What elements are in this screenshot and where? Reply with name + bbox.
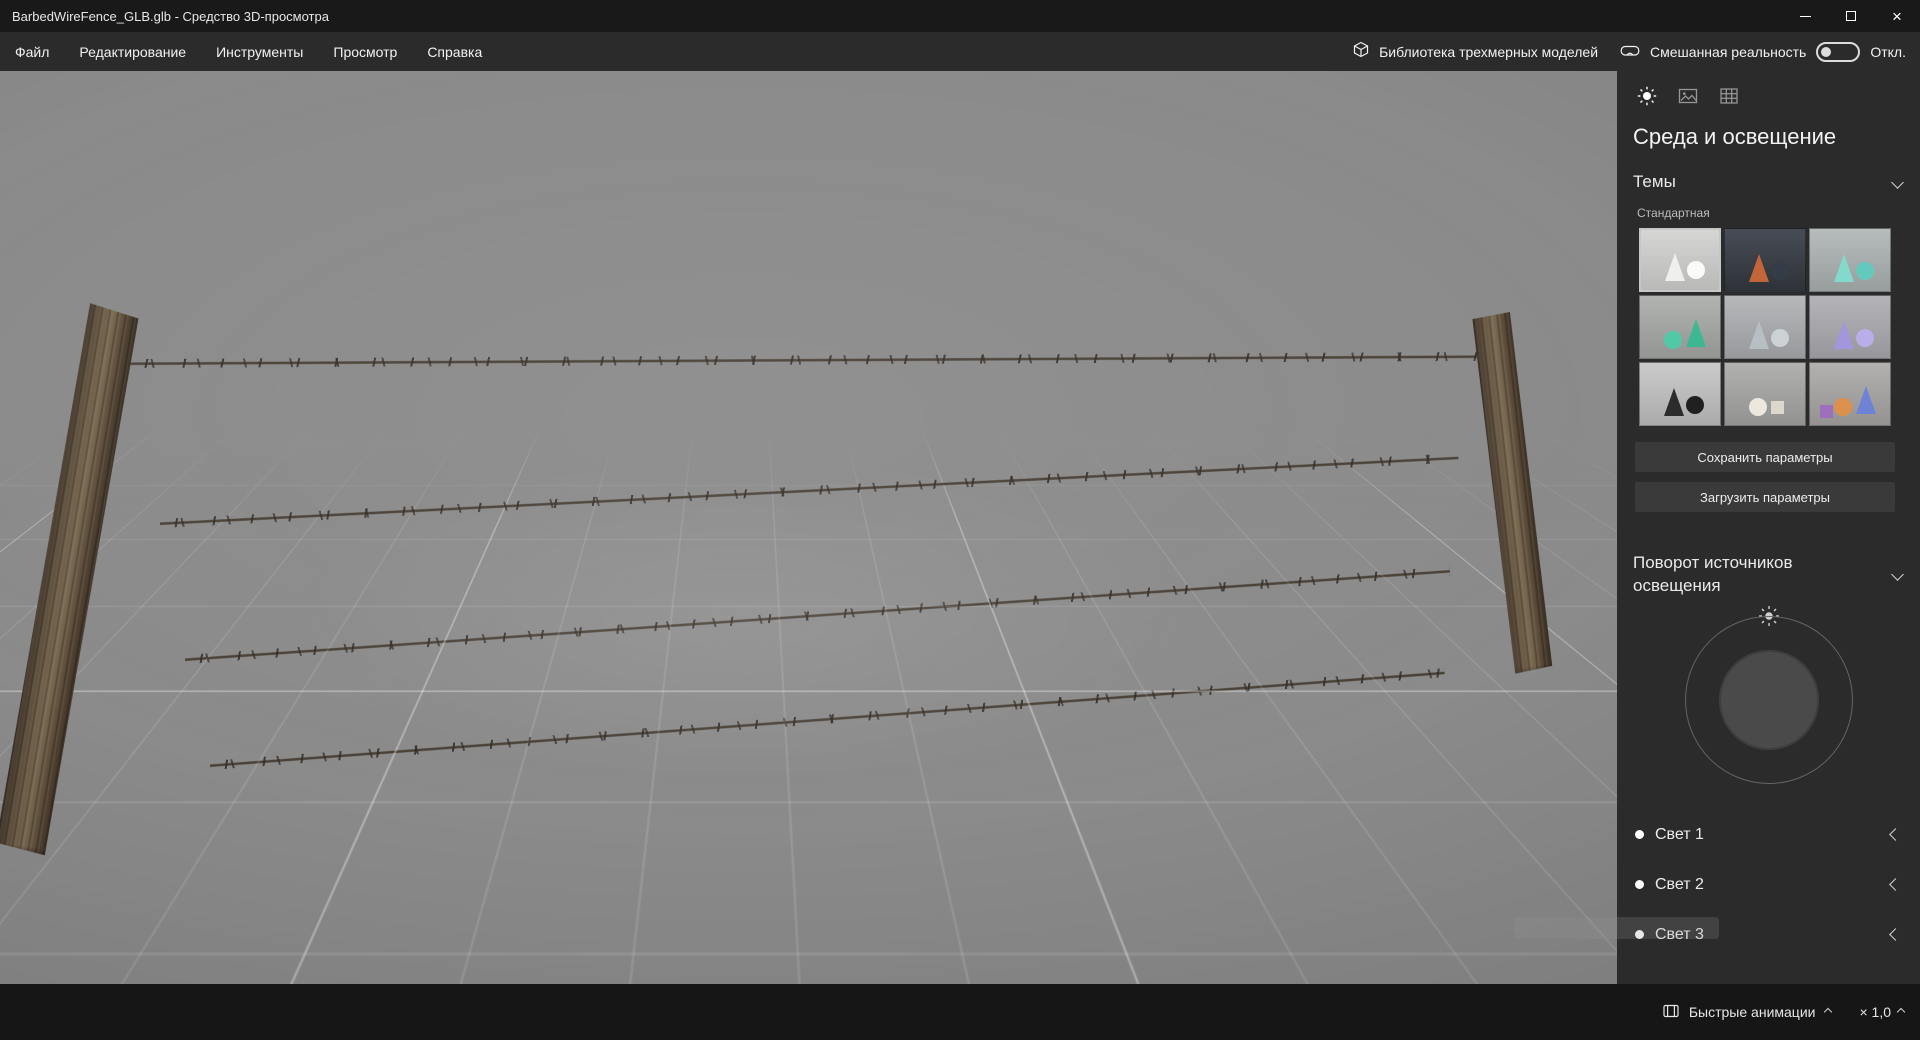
picture-icon bbox=[1678, 86, 1698, 111]
chevron-left-icon[interactable] bbox=[1889, 928, 1902, 942]
sphere-shape bbox=[1856, 262, 1874, 280]
playback-bar: Быстрые анимации × 1,0 bbox=[0, 984, 1920, 1040]
playback-speed-button[interactable]: × 1,0 bbox=[1859, 1004, 1906, 1020]
themes-section-header[interactable]: Темы bbox=[1633, 172, 1904, 192]
fading-tooltip bbox=[1514, 917, 1719, 939]
load-settings-button[interactable]: Загрузить параметры bbox=[1635, 482, 1895, 512]
grid-icon bbox=[1719, 86, 1739, 111]
tab-grid-views[interactable] bbox=[1717, 86, 1741, 110]
sphere-shape bbox=[1771, 329, 1789, 347]
sphere-shape bbox=[1856, 329, 1874, 347]
close-button[interactable]: × bbox=[1874, 0, 1920, 32]
dial-knob[interactable] bbox=[1718, 649, 1819, 750]
save-settings-button[interactable]: Сохранить параметры bbox=[1635, 442, 1895, 472]
light-row-1[interactable]: Свет 1 bbox=[1633, 810, 1904, 860]
cube-shape bbox=[1820, 405, 1833, 418]
cone-shape bbox=[1665, 253, 1685, 281]
theme-thumbnail-8[interactable] bbox=[1724, 362, 1806, 426]
maximize-icon bbox=[1846, 11, 1856, 21]
themes-label: Темы bbox=[1633, 172, 1676, 191]
theme-thumbnail-3[interactable] bbox=[1809, 228, 1891, 292]
playback-controls: Быстрые анимации × 1,0 bbox=[1663, 1003, 1906, 1022]
minimize-icon bbox=[1799, 15, 1811, 17]
light-indicator bbox=[1635, 830, 1644, 840]
viewport-3d[interactable] bbox=[0, 71, 1617, 984]
chevron-down-icon bbox=[1891, 568, 1904, 582]
mixed-reality-toggle[interactable] bbox=[1816, 41, 1861, 62]
theme-thumbnail-5[interactable] bbox=[1724, 295, 1806, 359]
sphere-shape bbox=[1834, 398, 1852, 416]
theme-thumbnail-7[interactable] bbox=[1639, 362, 1721, 426]
sphere-shape bbox=[1771, 262, 1789, 280]
light-rotation-label: Поворот источников освещения bbox=[1633, 553, 1793, 595]
light-label: Свет 1 bbox=[1655, 825, 1704, 843]
chevron-left-icon[interactable] bbox=[1889, 828, 1902, 842]
sphere-shape bbox=[1749, 398, 1767, 416]
theme-thumbnail-4[interactable] bbox=[1639, 295, 1721, 359]
cube-shape bbox=[1771, 401, 1784, 414]
barbed-wire-1 bbox=[129, 351, 1483, 368]
menu-item-tools[interactable]: Инструменты bbox=[201, 32, 318, 71]
chevron-down-icon bbox=[1891, 175, 1904, 189]
sphere-shape bbox=[1664, 331, 1682, 349]
window-title: BarbedWireFence_GLB.glb - Средство 3D-пр… bbox=[12, 8, 329, 24]
3d-viewer-window: { "window": { "title": "BarbedWireFence_… bbox=[0, 0, 1920, 1040]
chevron-up-icon bbox=[1896, 1007, 1906, 1017]
menu-item-help[interactable]: Справка bbox=[412, 32, 497, 71]
sphere-shape bbox=[1687, 261, 1705, 279]
mixed-reality-group: Смешанная реальность Откл. bbox=[1620, 41, 1906, 62]
light-rotation-dial[interactable] bbox=[1684, 605, 1853, 784]
theme-thumbnail-1[interactable] bbox=[1639, 228, 1721, 292]
close-icon: × bbox=[1892, 6, 1902, 26]
menu-items: Файл Редактирование Инструменты Просмотр Спр… bbox=[0, 32, 497, 71]
menu-bar: Файл Редактирование Инструменты Просмотр Спр… bbox=[0, 32, 1920, 71]
model-library-button[interactable]: Библиотека трехмерных моделей bbox=[1352, 41, 1598, 62]
mr-headset-icon bbox=[1620, 43, 1640, 61]
cone-shape bbox=[1686, 319, 1706, 347]
light-rotation-section-header[interactable]: Поворот источников освещения bbox=[1633, 552, 1904, 598]
playback-speed-value: × 1,0 bbox=[1859, 1004, 1891, 1020]
menu-bar-right: Библиотека трехмерных моделей Смешанная … bbox=[1352, 41, 1920, 62]
mixed-reality-label: Смешанная реальность bbox=[1650, 43, 1807, 60]
fast-animations-label: Быстрые анимации bbox=[1688, 1004, 1816, 1020]
cone-shape bbox=[1749, 254, 1769, 282]
fast-animations-button[interactable]: Быстрые анимации bbox=[1663, 1003, 1833, 1022]
mixed-reality-state: Откл. bbox=[1870, 43, 1906, 60]
cone-shape bbox=[1856, 386, 1876, 414]
light-row-2[interactable]: Свет 2 bbox=[1633, 860, 1904, 910]
menu-item-edit[interactable]: Редактирование bbox=[64, 32, 201, 71]
tab-environment-image[interactable] bbox=[1676, 86, 1700, 110]
maximize-button[interactable] bbox=[1828, 0, 1874, 32]
panel-title: Среда и освещение bbox=[1633, 124, 1837, 149]
chevron-up-icon bbox=[1824, 1007, 1833, 1017]
title-bar: BarbedWireFence_GLB.glb - Средство 3D-пр… bbox=[0, 0, 1920, 32]
theme-thumbnail-9[interactable] bbox=[1809, 362, 1891, 426]
cone-shape bbox=[1664, 388, 1684, 416]
minimize-button[interactable] bbox=[1782, 0, 1828, 32]
menu-item-view[interactable]: Просмотр bbox=[318, 32, 412, 71]
panel-tabs bbox=[1635, 71, 1904, 110]
cube-icon bbox=[1352, 41, 1370, 62]
sphere-shape bbox=[1686, 396, 1704, 414]
sun-icon bbox=[1637, 86, 1657, 111]
cone-shape bbox=[1834, 321, 1854, 349]
environment-panel: Среда и освещение Темы Стандартная Сохра… bbox=[1617, 71, 1920, 984]
window-controls: × bbox=[1782, 0, 1920, 32]
tab-environment-lighting[interactable] bbox=[1635, 86, 1659, 110]
light-label: Свет 2 bbox=[1655, 875, 1704, 893]
film-icon bbox=[1663, 1003, 1679, 1022]
menu-item-file[interactable]: Файл bbox=[0, 32, 64, 71]
theme-thumbnail-2[interactable] bbox=[1724, 228, 1806, 292]
theme-group-label: Стандартная bbox=[1637, 206, 1710, 220]
cone-shape bbox=[1749, 321, 1769, 349]
theme-thumbnail-6[interactable] bbox=[1809, 295, 1891, 359]
model-library-label: Библиотека трехмерных моделей bbox=[1379, 43, 1599, 60]
light-indicator bbox=[1635, 880, 1644, 890]
chevron-left-icon[interactable] bbox=[1889, 878, 1902, 892]
cone-shape bbox=[1834, 254, 1854, 282]
toggle-knob bbox=[1821, 46, 1832, 57]
theme-grid bbox=[1639, 228, 1891, 426]
